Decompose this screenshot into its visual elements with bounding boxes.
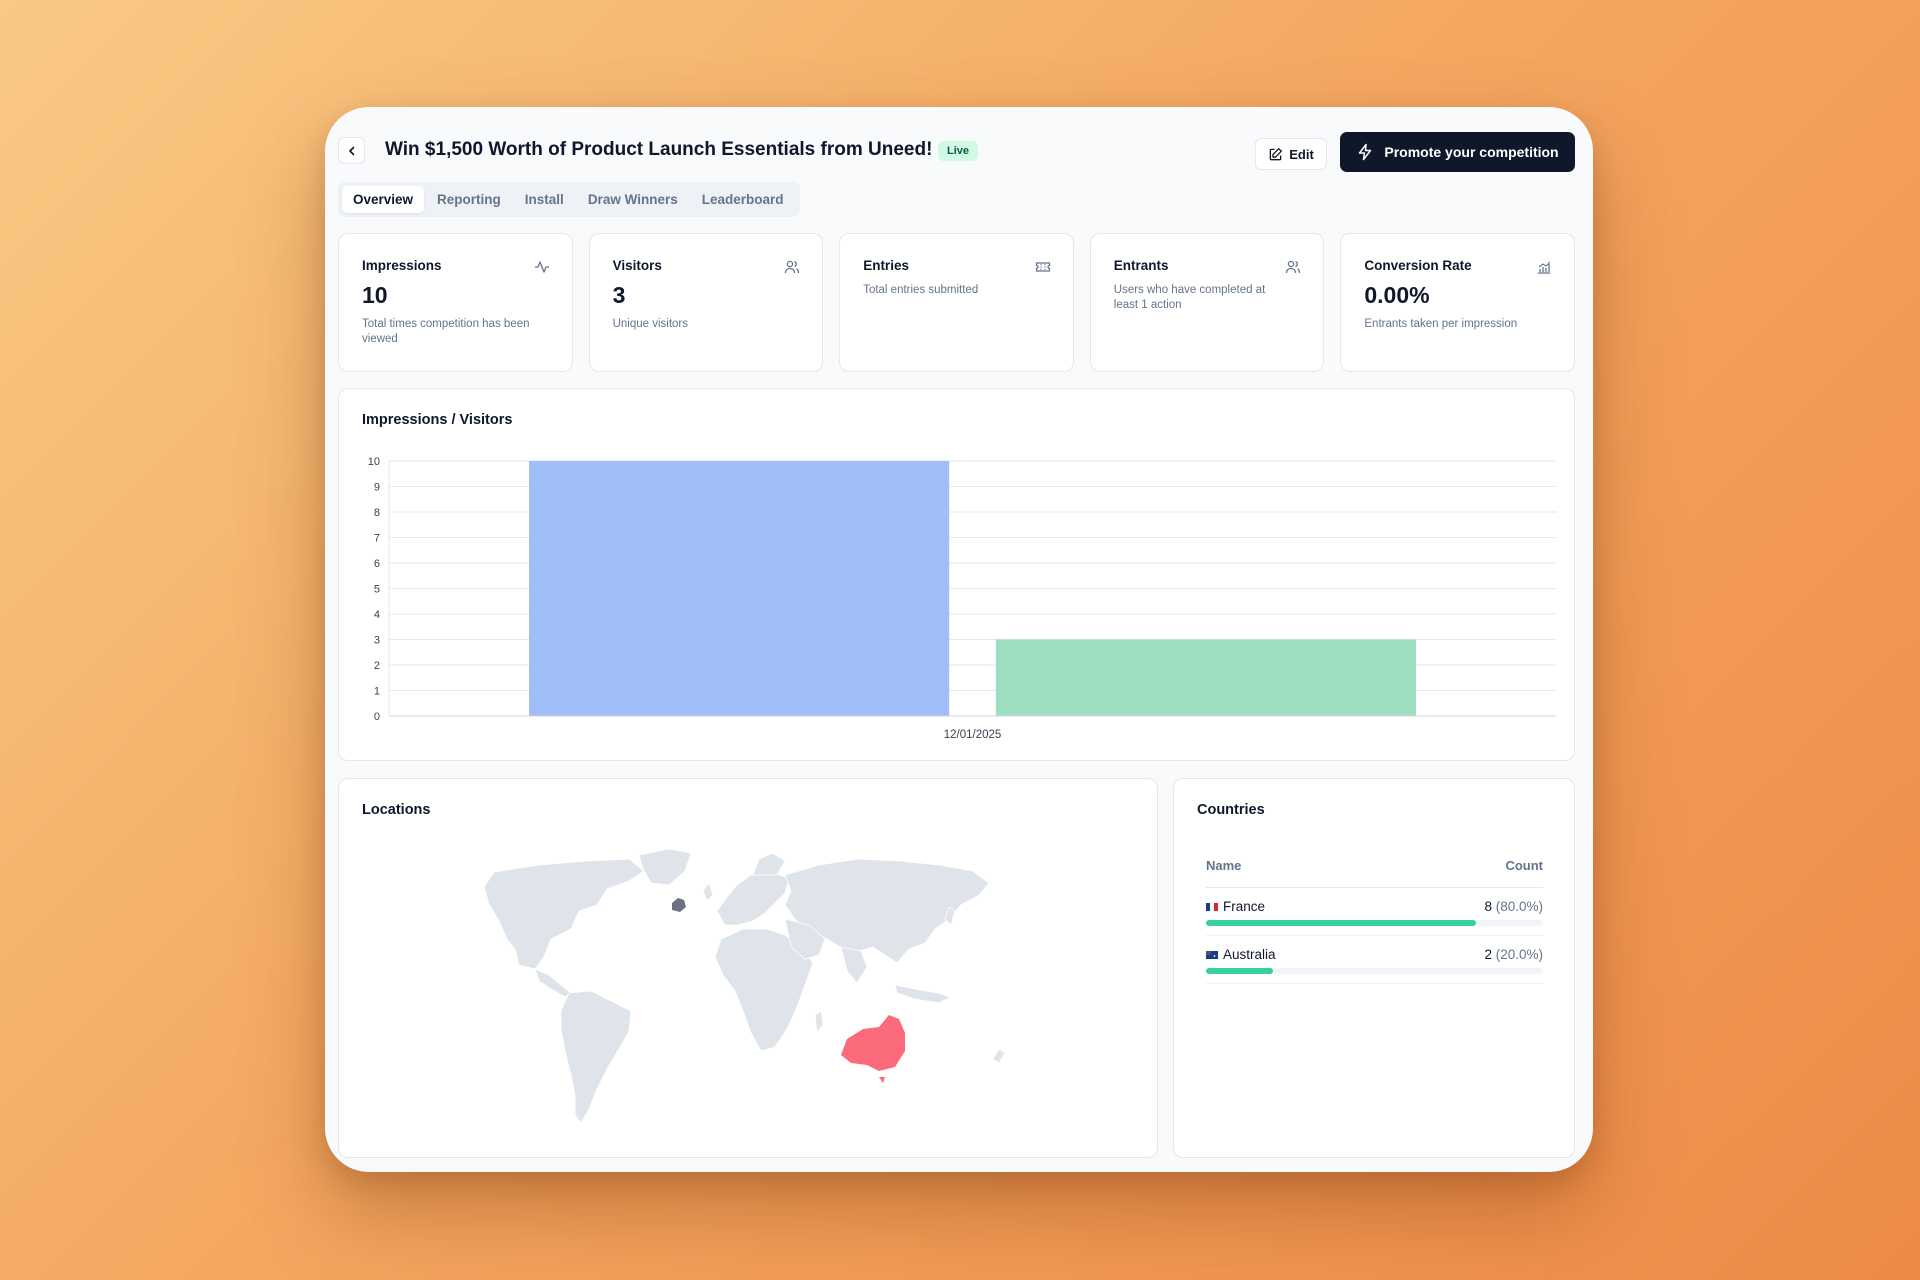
stat-card-visitors: Visitors 3 Unique visitors — [588, 233, 824, 372]
stat-description: Unique visitors — [612, 318, 689, 330]
australia-shape — [841, 1015, 905, 1071]
y-tick-label: 3 — [374, 635, 380, 647]
back-button[interactable] — [338, 137, 365, 164]
column-count: Count — [1505, 858, 1543, 873]
tab-leaderboard[interactable]: Leaderboard — [691, 186, 795, 213]
europe-shape — [716, 870, 790, 926]
stat-description: Entrants taken per impression — [1364, 318, 1518, 330]
country-percent: (80.0%) — [1495, 899, 1543, 914]
chart-icon — [1537, 261, 1551, 274]
y-tick-label: 0 — [374, 711, 380, 723]
uk-shape — [702, 882, 714, 902]
stat-card-impressions: Impressions 10 Total times competition h… — [338, 233, 573, 372]
x-tick-label: 12/01/2025 — [944, 729, 1002, 741]
scandinavia-shape — [752, 852, 786, 876]
north-america-shape — [483, 858, 645, 970]
south-america-shape — [560, 990, 632, 1124]
pencil-square-icon — [1269, 147, 1283, 160]
central-america-shape — [534, 968, 572, 998]
app-window: Win $1,500 Worth of Product Launch Essen… — [325, 107, 1593, 1172]
stat-description: Total entries submitted — [863, 284, 979, 296]
page-header: Win $1,500 Worth of Product Launch Essen… — [338, 127, 1575, 173]
tab-bar: Overview Reporting Install Draw Winners … — [338, 182, 800, 217]
y-tick-label: 8 — [374, 507, 380, 519]
locations-panel: Locations — [338, 778, 1158, 1158]
stat-label: Entrants — [1113, 258, 1169, 273]
france-shape — [672, 898, 686, 912]
madagascar-shape — [814, 1010, 824, 1035]
bar-chart: 0 1 2 3 4 5 6 7 8 9 10 12/01/2025 — [368, 456, 1556, 741]
lightning-icon — [1359, 143, 1372, 161]
column-name: Name — [1206, 858, 1242, 873]
country-percent: (20.0%) — [1495, 947, 1543, 962]
promote-button[interactable]: Promote your competition — [1340, 132, 1575, 172]
country-count: 2 — [1484, 947, 1492, 962]
stat-description: Total times competition has been viewed — [362, 318, 530, 345]
stat-label: Impressions — [362, 258, 442, 273]
y-tick-label: 10 — [368, 456, 380, 468]
tab-draw-winners[interactable]: Draw Winners — [577, 186, 689, 213]
y-tick-label: 4 — [374, 609, 380, 621]
bar — [995, 639, 1416, 716]
world-map — [483, 848, 1006, 1124]
status-badge: Live — [938, 141, 979, 161]
country-name: Australia — [1223, 947, 1276, 962]
activity-icon — [534, 261, 549, 273]
stat-label: Conversion Rate — [1364, 258, 1472, 273]
countries-title: Countries — [1197, 802, 1265, 818]
progress-fill — [1206, 968, 1274, 974]
tab-install[interactable]: Install — [514, 186, 575, 213]
country-count: 8 — [1484, 899, 1492, 914]
edit-button[interactable]: Edit — [1255, 138, 1327, 170]
greenland-shape — [638, 848, 692, 886]
stat-card-entries: Entries Total entries submitted — [839, 233, 1074, 372]
stat-description: Users who have completed at least 1 acti… — [1113, 284, 1266, 311]
country-name: France — [1223, 899, 1266, 914]
tab-overview[interactable]: Overview — [342, 186, 425, 213]
table-row: Australia 2 (20.0%) — [1206, 936, 1543, 984]
page-title: Win $1,500 Worth of Product Launch Essen… — [385, 139, 933, 160]
y-tick-label: 1 — [374, 686, 380, 698]
promote-label: Promote your competition — [1384, 144, 1559, 160]
y-tick-label: 6 — [374, 558, 380, 570]
tab-reporting[interactable]: Reporting — [426, 186, 512, 213]
india-shape — [840, 946, 868, 984]
stat-label: Entries — [863, 258, 909, 273]
progress-track — [1206, 920, 1543, 926]
users-icon — [1286, 260, 1301, 274]
progress-fill — [1206, 920, 1476, 926]
stat-label: Visitors — [612, 258, 662, 273]
france-flag-icon — [1206, 902, 1218, 911]
stat-value: 0.00% — [1364, 282, 1430, 308]
impressions-visitors-chart-panel: Impressions / Visitors 0 1 2 3 4 5 6 7 8 9 10 12/01… — [338, 388, 1575, 761]
y-tick-label: 5 — [374, 584, 380, 596]
indonesia-shape — [894, 984, 953, 1004]
stat-value: 3 — [612, 282, 626, 308]
y-tick-label: 2 — [374, 660, 380, 672]
chevron-left-icon — [348, 146, 354, 155]
ticket-icon — [1035, 262, 1050, 272]
users-icon — [785, 260, 800, 274]
table-row: France 8 (80.0%) — [1206, 888, 1543, 936]
countries-table-header: Name Count — [1206, 858, 1543, 888]
y-tick-label: 7 — [374, 533, 380, 545]
tasmania-shape — [879, 1077, 885, 1083]
new-zealand-shape — [992, 1048, 1006, 1064]
bar — [529, 461, 950, 716]
edit-label: Edit — [1289, 146, 1314, 162]
stats-row: Impressions 10 Total times competition h… — [338, 233, 1575, 372]
stat-card-entrants: Entrants Users who have completed at lea… — [1089, 233, 1325, 372]
stat-value: 10 — [362, 282, 388, 308]
countries-panel: Countries Name Count France 8 (80.0%) Au… — [1173, 778, 1575, 1158]
y-tick-label: 9 — [374, 482, 380, 494]
australia-flag-icon — [1206, 950, 1218, 959]
stat-card-conversion-rate: Conversion Rate 0.00% Entrants taken per… — [1340, 233, 1575, 372]
progress-track — [1206, 968, 1543, 974]
